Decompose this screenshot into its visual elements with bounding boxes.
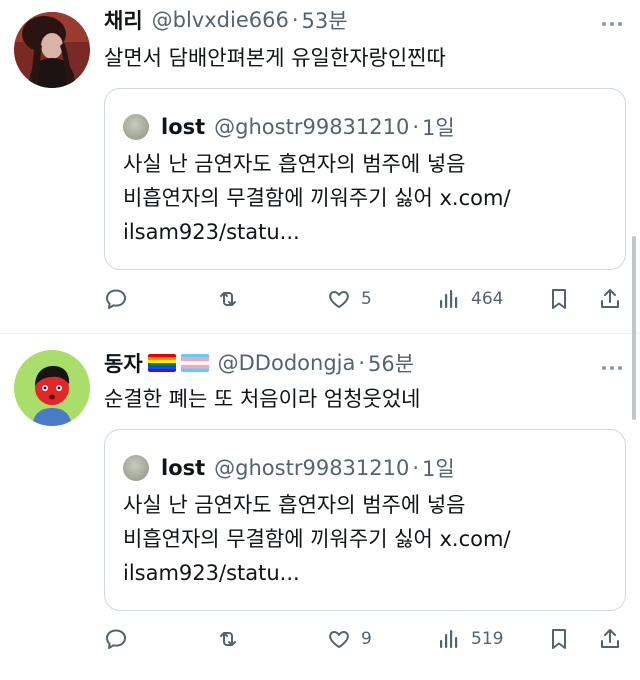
transgender-flag bbox=[180, 354, 209, 372]
like-count: 5 bbox=[361, 289, 372, 309]
views-icon bbox=[440, 290, 458, 308]
separator: · bbox=[358, 351, 366, 375]
rainbow-flag bbox=[147, 354, 176, 372]
tweet-text: 살면서 담배안펴본게 유일한자랑인찐따 bbox=[104, 46, 446, 70]
bookmark-icon bbox=[552, 289, 566, 309]
quote-line: 비흡연자의 무결함에 끼워주기 싫어 x.com/ bbox=[123, 186, 511, 210]
quote-avatar bbox=[123, 455, 149, 481]
user-handle[interactable]: @blvxdie666 bbox=[152, 8, 289, 32]
tweet[interactable]: 동자 @DDodongja · 56분 순결한 폐는 또 처음이라 엄청웃었네 … bbox=[0, 334, 640, 680]
avatar[interactable] bbox=[14, 12, 90, 88]
share-icon bbox=[601, 289, 619, 308]
avatar[interactable] bbox=[14, 350, 90, 426]
tweet[interactable]: 채리 @blvxdie666 · 53분 살면서 담배안펴본게 유일한자랑인찐따… bbox=[0, 0, 640, 333]
quote-tweet[interactable]: lost @ghostr99831210 · 1일 사실 난 금연자도 흡연자의… bbox=[104, 88, 626, 270]
quote-line[interactable]: ilsam923/statu... bbox=[123, 215, 611, 249]
bookmark-button[interactable] bbox=[547, 624, 571, 654]
like-button[interactable]: 9 bbox=[327, 624, 372, 654]
separator: · bbox=[412, 456, 420, 480]
quote-header: lost @ghostr99831210 · 1일 bbox=[123, 113, 455, 141]
timestamp[interactable]: 56분 bbox=[368, 348, 414, 378]
more-icon[interactable] bbox=[598, 14, 626, 34]
action-bar: 9 519 bbox=[104, 624, 626, 654]
retweet-icon bbox=[220, 632, 236, 646]
views-icon bbox=[440, 630, 458, 648]
retweet-icon bbox=[220, 292, 236, 306]
reply-button[interactable] bbox=[104, 624, 128, 654]
scrollbar[interactable] bbox=[632, 236, 636, 420]
more-icon[interactable] bbox=[598, 358, 626, 378]
display-name[interactable]: 동자 bbox=[104, 348, 143, 378]
bookmark-icon bbox=[552, 629, 566, 649]
share-button[interactable] bbox=[598, 624, 622, 654]
separator: · bbox=[291, 8, 299, 32]
tweet-text: 순결한 폐는 또 처음이라 엄청웃었네 bbox=[104, 387, 421, 411]
quote-avatar bbox=[123, 114, 149, 140]
quote-timestamp: 1일 bbox=[422, 457, 455, 481]
bookmark-button[interactable] bbox=[547, 284, 571, 314]
views-button[interactable]: 464 bbox=[437, 284, 503, 314]
quote-line: 비흡연자의 무결함에 끼워주기 싫어 x.com/ bbox=[123, 527, 511, 551]
reply-icon bbox=[106, 289, 126, 309]
quote-text: 사실 난 금연자도 흡연자의 범주에 넣음 비흡연자의 무결함에 끼워주기 싫어… bbox=[123, 147, 611, 249]
view-count: 519 bbox=[471, 629, 504, 649]
quote-line[interactable]: ilsam923/statu... bbox=[123, 556, 611, 590]
quote-display-name: lost bbox=[161, 115, 206, 139]
display-name[interactable]: 채리 bbox=[104, 5, 143, 35]
like-button[interactable]: 5 bbox=[327, 284, 372, 314]
quote-timestamp: 1일 bbox=[422, 116, 455, 140]
retweet-button[interactable] bbox=[216, 624, 240, 654]
quote-line: 사실 난 금연자도 흡연자의 범주에 넣음 bbox=[123, 152, 466, 176]
quote-text: 사실 난 금연자도 흡연자의 범주에 넣음 비흡연자의 무결함에 끼워주기 싫어… bbox=[123, 488, 611, 590]
quote-user-handle: @ghostr99831210 bbox=[214, 115, 410, 139]
tweet-header: 채리 @blvxdie666 · 53분 bbox=[104, 5, 592, 35]
reply-icon bbox=[106, 629, 126, 649]
retweet-button[interactable] bbox=[216, 284, 240, 314]
quote-header: lost @ghostr99831210 · 1일 bbox=[123, 454, 455, 482]
reply-button[interactable] bbox=[104, 284, 128, 314]
action-bar: 5 464 bbox=[104, 284, 626, 314]
views-button[interactable]: 519 bbox=[437, 624, 503, 654]
quote-tweet[interactable]: lost @ghostr99831210 · 1일 사실 난 금연자도 흡연자의… bbox=[104, 429, 626, 611]
view-count: 464 bbox=[471, 289, 504, 309]
like-count: 9 bbox=[361, 629, 372, 649]
like-icon bbox=[329, 631, 349, 648]
share-button[interactable] bbox=[598, 284, 622, 314]
separator: · bbox=[412, 115, 420, 139]
quote-user-handle: @ghostr99831210 bbox=[214, 456, 410, 480]
user-handle[interactable]: @DDodongja bbox=[218, 351, 356, 375]
timestamp[interactable]: 53분 bbox=[302, 5, 348, 35]
tweet-header: 동자 @DDodongja · 56분 bbox=[104, 348, 592, 378]
share-icon bbox=[601, 629, 619, 648]
quote-line: 사실 난 금연자도 흡연자의 범주에 넣음 bbox=[123, 493, 466, 517]
quote-display-name: lost bbox=[161, 456, 206, 480]
like-icon bbox=[329, 291, 349, 308]
